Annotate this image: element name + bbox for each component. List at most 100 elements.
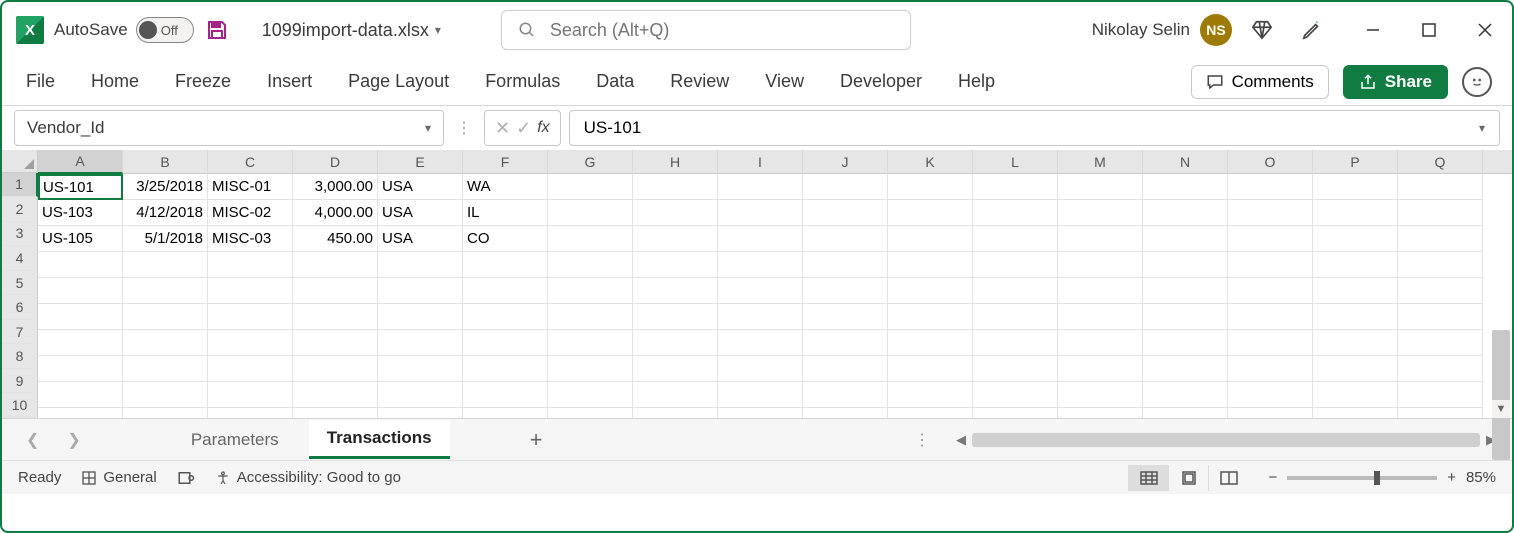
col-header-M[interactable]: M bbox=[1058, 150, 1143, 174]
search-box[interactable] bbox=[501, 10, 911, 50]
cell-H2[interactable] bbox=[633, 200, 718, 226]
hscroll-thumb[interactable] bbox=[972, 433, 1480, 447]
cell-D1[interactable]: 3,000.00 bbox=[293, 174, 378, 200]
cell-B9[interactable] bbox=[123, 382, 208, 408]
cell-E10[interactable] bbox=[378, 408, 463, 418]
cell-F8[interactable] bbox=[463, 356, 548, 382]
cell-I8[interactable] bbox=[718, 356, 803, 382]
cell-Q3[interactable] bbox=[1398, 226, 1483, 252]
cell-D5[interactable] bbox=[293, 278, 378, 304]
cell-P1[interactable] bbox=[1313, 174, 1398, 200]
sheet-nav-prev[interactable]: ❮ bbox=[18, 430, 47, 450]
cell-G8[interactable] bbox=[548, 356, 633, 382]
cell-A8[interactable] bbox=[38, 356, 123, 382]
cell-J7[interactable] bbox=[803, 330, 888, 356]
cell-K7[interactable] bbox=[888, 330, 973, 356]
tab-review[interactable]: Review bbox=[666, 65, 733, 98]
cell-Q2[interactable] bbox=[1398, 200, 1483, 226]
cell-D8[interactable] bbox=[293, 356, 378, 382]
cell-I7[interactable] bbox=[718, 330, 803, 356]
cell-M8[interactable] bbox=[1058, 356, 1143, 382]
cell-I2[interactable] bbox=[718, 200, 803, 226]
cell-F7[interactable] bbox=[463, 330, 548, 356]
cell-I1[interactable] bbox=[718, 174, 803, 200]
cell-G5[interactable] bbox=[548, 278, 633, 304]
formula-bar[interactable]: US-101 ▾ bbox=[569, 110, 1500, 146]
cell-N5[interactable] bbox=[1143, 278, 1228, 304]
cell-J10[interactable] bbox=[803, 408, 888, 418]
cell-Q8[interactable] bbox=[1398, 356, 1483, 382]
scroll-down-button[interactable]: ▼ bbox=[1492, 400, 1510, 418]
cell-F3[interactable]: CO bbox=[463, 226, 548, 252]
cell-B1[interactable]: 3/25/2018 bbox=[123, 174, 208, 200]
cell-F9[interactable] bbox=[463, 382, 548, 408]
cell-J3[interactable] bbox=[803, 226, 888, 252]
cell-L10[interactable] bbox=[973, 408, 1058, 418]
cell-M7[interactable] bbox=[1058, 330, 1143, 356]
cell-E1[interactable]: USA bbox=[378, 174, 463, 200]
cell-F5[interactable] bbox=[463, 278, 548, 304]
col-header-Q[interactable]: Q bbox=[1398, 150, 1483, 174]
cell-A3[interactable]: US-105 bbox=[38, 226, 123, 252]
cell-C4[interactable] bbox=[208, 252, 293, 278]
cell-A2[interactable]: US-103 bbox=[38, 200, 123, 226]
status-general[interactable]: General bbox=[81, 469, 156, 486]
cell-G3[interactable] bbox=[548, 226, 633, 252]
cell-C7[interactable] bbox=[208, 330, 293, 356]
cell-D3[interactable]: 450.00 bbox=[293, 226, 378, 252]
cell-A9[interactable] bbox=[38, 382, 123, 408]
cell-E9[interactable] bbox=[378, 382, 463, 408]
cell-O10[interactable] bbox=[1228, 408, 1313, 418]
cell-K1[interactable] bbox=[888, 174, 973, 200]
cell-P2[interactable] bbox=[1313, 200, 1398, 226]
cell-G2[interactable] bbox=[548, 200, 633, 226]
cell-D9[interactable] bbox=[293, 382, 378, 408]
cell-B10[interactable] bbox=[123, 408, 208, 418]
zoom-slider[interactable] bbox=[1287, 476, 1437, 480]
cell-I9[interactable] bbox=[718, 382, 803, 408]
cell-J6[interactable] bbox=[803, 304, 888, 330]
cell-O9[interactable] bbox=[1228, 382, 1313, 408]
cell-A4[interactable] bbox=[38, 252, 123, 278]
cell-H9[interactable] bbox=[633, 382, 718, 408]
search-input[interactable] bbox=[550, 20, 894, 41]
cell-C3[interactable]: MISC-03 bbox=[208, 226, 293, 252]
cell-K10[interactable] bbox=[888, 408, 973, 418]
sheet-nav-next[interactable]: ❯ bbox=[59, 430, 88, 450]
avatar[interactable]: NS bbox=[1200, 14, 1232, 46]
cell-C2[interactable]: MISC-02 bbox=[208, 200, 293, 226]
hscroll-left[interactable]: ◀ bbox=[956, 432, 966, 448]
cell-F4[interactable] bbox=[463, 252, 548, 278]
view-page-layout-button[interactable] bbox=[1168, 465, 1208, 491]
cell-B5[interactable] bbox=[123, 278, 208, 304]
cell-P6[interactable] bbox=[1313, 304, 1398, 330]
cell-M10[interactable] bbox=[1058, 408, 1143, 418]
sheet-tab-transactions[interactable]: Transactions bbox=[309, 420, 450, 459]
cell-A5[interactable] bbox=[38, 278, 123, 304]
cell-G1[interactable] bbox=[548, 174, 633, 200]
cell-J2[interactable] bbox=[803, 200, 888, 226]
cell-Q6[interactable] bbox=[1398, 304, 1483, 330]
save-icon[interactable] bbox=[204, 17, 230, 43]
cell-Q5[interactable] bbox=[1398, 278, 1483, 304]
cell-O4[interactable] bbox=[1228, 252, 1313, 278]
cell-O3[interactable] bbox=[1228, 226, 1313, 252]
col-header-L[interactable]: L bbox=[973, 150, 1058, 174]
cell-P9[interactable] bbox=[1313, 382, 1398, 408]
cell-M4[interactable] bbox=[1058, 252, 1143, 278]
zoom-out-button[interactable]: − bbox=[1268, 469, 1277, 486]
cell-K9[interactable] bbox=[888, 382, 973, 408]
cell-P10[interactable] bbox=[1313, 408, 1398, 418]
cell-E3[interactable]: USA bbox=[378, 226, 463, 252]
row-header-4[interactable]: 4 bbox=[2, 246, 38, 271]
cell-N7[interactable] bbox=[1143, 330, 1228, 356]
cell-D2[interactable]: 4,000.00 bbox=[293, 200, 378, 226]
cell-H1[interactable] bbox=[633, 174, 718, 200]
cell-H8[interactable] bbox=[633, 356, 718, 382]
cell-D6[interactable] bbox=[293, 304, 378, 330]
cell-H7[interactable] bbox=[633, 330, 718, 356]
row-header-9[interactable]: 9 bbox=[2, 369, 38, 394]
cell-D10[interactable] bbox=[293, 408, 378, 418]
cell-N3[interactable] bbox=[1143, 226, 1228, 252]
row-header-1[interactable]: 1 bbox=[2, 173, 38, 198]
